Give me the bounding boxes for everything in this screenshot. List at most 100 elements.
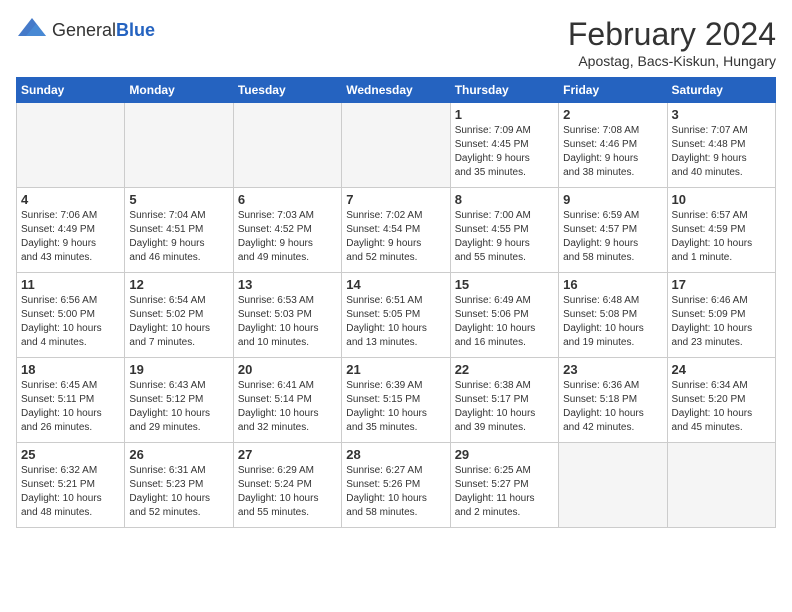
day-info: Sunrise: 6:56 AM Sunset: 5:00 PM Dayligh… <box>21 294 120 350</box>
day-number: 28 <box>346 447 445 462</box>
calendar-cell: 26 Sunrise: 6:31 AM Sunset: 5:23 PM Dayli… <box>125 443 233 528</box>
logo: GeneralBlue <box>16 16 155 44</box>
day-number: 23 <box>563 362 662 377</box>
day-number: 5 <box>129 192 228 207</box>
location-title: Apostag, Bacs-Kiskun, Hungary <box>568 53 776 69</box>
day-number: 18 <box>21 362 120 377</box>
calendar-cell: 20 Sunrise: 6:41 AM Sunset: 5:14 PM Dayli… <box>233 358 341 443</box>
day-number: 29 <box>455 447 554 462</box>
day-info: Sunrise: 6:25 AM Sunset: 5:27 PM Dayligh… <box>455 464 554 520</box>
day-number: 1 <box>455 107 554 122</box>
calendar-table: SundayMondayTuesdayWednesdayThursdayFrid… <box>16 77 776 528</box>
weekday-header: Thursday <box>450 78 558 103</box>
weekday-header: Saturday <box>667 78 775 103</box>
day-info: Sunrise: 6:46 AM Sunset: 5:09 PM Dayligh… <box>672 294 771 350</box>
day-info: Sunrise: 6:41 AM Sunset: 5:14 PM Dayligh… <box>238 379 337 435</box>
calendar-cell: 25 Sunrise: 6:32 AM Sunset: 5:21 PM Dayli… <box>17 443 125 528</box>
calendar-cell: 9Sunrise: 6:59 AM Sunset: 4:57 PM Daylig… <box>559 188 667 273</box>
day-number: 12 <box>129 277 228 292</box>
weekday-header: Sunday <box>17 78 125 103</box>
day-info: Sunrise: 7:00 AM Sunset: 4:55 PM Dayligh… <box>455 209 554 265</box>
day-number: 3 <box>672 107 771 122</box>
calendar-cell: 13Sunrise: 6:53 AM Sunset: 5:03 PM Dayli… <box>233 273 341 358</box>
day-info: Sunrise: 7:02 AM Sunset: 4:54 PM Dayligh… <box>346 209 445 265</box>
day-number: 15 <box>455 277 554 292</box>
calendar-cell: 29 Sunrise: 6:25 AM Sunset: 5:27 PM Dayli… <box>450 443 558 528</box>
day-number: 22 <box>455 362 554 377</box>
logo-general: General <box>52 20 116 40</box>
day-info: Sunrise: 6:45 AM Sunset: 5:11 PM Dayligh… <box>21 379 120 435</box>
calendar-cell: 11 Sunrise: 6:56 AM Sunset: 5:00 PM Dayli… <box>17 273 125 358</box>
calendar-cell <box>17 103 125 188</box>
day-info: Sunrise: 6:51 AM Sunset: 5:05 PM Dayligh… <box>346 294 445 350</box>
calendar-cell: 5 Sunrise: 7:04 AM Sunset: 4:51 PM Daylig… <box>125 188 233 273</box>
day-info: Sunrise: 6:27 AM Sunset: 5:26 PM Dayligh… <box>346 464 445 520</box>
weekday-header: Tuesday <box>233 78 341 103</box>
calendar-cell: 10 Sunrise: 6:57 AM Sunset: 4:59 PM Dayli… <box>667 188 775 273</box>
title-area: February 2024 Apostag, Bacs-Kiskun, Hung… <box>568 16 776 69</box>
calendar-row: 18 Sunrise: 6:45 AM Sunset: 5:11 PM Dayli… <box>17 358 776 443</box>
day-number: 8 <box>455 192 554 207</box>
weekday-header-row: SundayMondayTuesdayWednesdayThursdayFrid… <box>17 78 776 103</box>
day-number: 13 <box>238 277 337 292</box>
day-number: 10 <box>672 192 771 207</box>
calendar-row: 1Sunrise: 7:09 AM Sunset: 4:45 PM Daylig… <box>17 103 776 188</box>
day-info: Sunrise: 6:32 AM Sunset: 5:21 PM Dayligh… <box>21 464 120 520</box>
calendar-row: 25 Sunrise: 6:32 AM Sunset: 5:21 PM Dayli… <box>17 443 776 528</box>
day-number: 27 <box>238 447 337 462</box>
day-number: 14 <box>346 277 445 292</box>
day-number: 17 <box>672 277 771 292</box>
day-info: Sunrise: 6:59 AM Sunset: 4:57 PM Dayligh… <box>563 209 662 265</box>
day-info: Sunrise: 7:04 AM Sunset: 4:51 PM Dayligh… <box>129 209 228 265</box>
calendar-cell: 4Sunrise: 7:06 AM Sunset: 4:49 PM Daylig… <box>17 188 125 273</box>
weekday-header: Friday <box>559 78 667 103</box>
day-info: Sunrise: 7:03 AM Sunset: 4:52 PM Dayligh… <box>238 209 337 265</box>
calendar-cell: 23 Sunrise: 6:36 AM Sunset: 5:18 PM Dayli… <box>559 358 667 443</box>
day-info: Sunrise: 6:54 AM Sunset: 5:02 PM Dayligh… <box>129 294 228 350</box>
calendar-cell: 18 Sunrise: 6:45 AM Sunset: 5:11 PM Dayli… <box>17 358 125 443</box>
calendar-cell: 17 Sunrise: 6:46 AM Sunset: 5:09 PM Dayli… <box>667 273 775 358</box>
day-number: 24 <box>672 362 771 377</box>
calendar-cell <box>233 103 341 188</box>
day-number: 7 <box>346 192 445 207</box>
weekday-header: Wednesday <box>342 78 450 103</box>
calendar-cell: 19Sunrise: 6:43 AM Sunset: 5:12 PM Dayli… <box>125 358 233 443</box>
day-info: Sunrise: 7:06 AM Sunset: 4:49 PM Dayligh… <box>21 209 120 265</box>
day-number: 25 <box>21 447 120 462</box>
calendar-cell: 22Sunrise: 6:38 AM Sunset: 5:17 PM Dayli… <box>450 358 558 443</box>
day-number: 26 <box>129 447 228 462</box>
calendar-cell: 16 Sunrise: 6:48 AM Sunset: 5:08 PM Dayli… <box>559 273 667 358</box>
calendar-cell <box>667 443 775 528</box>
calendar-cell: 6 Sunrise: 7:03 AM Sunset: 4:52 PM Daylig… <box>233 188 341 273</box>
day-info: Sunrise: 6:29 AM Sunset: 5:24 PM Dayligh… <box>238 464 337 520</box>
day-number: 6 <box>238 192 337 207</box>
day-info: Sunrise: 6:36 AM Sunset: 5:18 PM Dayligh… <box>563 379 662 435</box>
day-number: 11 <box>21 277 120 292</box>
calendar-cell: 27 Sunrise: 6:29 AM Sunset: 5:24 PM Dayli… <box>233 443 341 528</box>
calendar-cell: 28 Sunrise: 6:27 AM Sunset: 5:26 PM Dayli… <box>342 443 450 528</box>
calendar-cell: 21Sunrise: 6:39 AM Sunset: 5:15 PM Dayli… <box>342 358 450 443</box>
day-info: Sunrise: 6:57 AM Sunset: 4:59 PM Dayligh… <box>672 209 771 265</box>
calendar-cell: 12 Sunrise: 6:54 AM Sunset: 5:02 PM Dayli… <box>125 273 233 358</box>
day-number: 20 <box>238 362 337 377</box>
calendar-row: 4Sunrise: 7:06 AM Sunset: 4:49 PM Daylig… <box>17 188 776 273</box>
calendar-cell: 8 Sunrise: 7:00 AM Sunset: 4:55 PM Daylig… <box>450 188 558 273</box>
calendar-cell: 7 Sunrise: 7:02 AM Sunset: 4:54 PM Daylig… <box>342 188 450 273</box>
day-number: 16 <box>563 277 662 292</box>
day-info: Sunrise: 6:48 AM Sunset: 5:08 PM Dayligh… <box>563 294 662 350</box>
calendar-cell <box>559 443 667 528</box>
calendar-cell <box>342 103 450 188</box>
day-info: Sunrise: 6:43 AM Sunset: 5:12 PM Dayligh… <box>129 379 228 435</box>
day-info: Sunrise: 7:08 AM Sunset: 4:46 PM Dayligh… <box>563 124 662 180</box>
day-info: Sunrise: 7:07 AM Sunset: 4:48 PM Dayligh… <box>672 124 771 180</box>
logo-icon <box>16 16 48 44</box>
calendar-cell: 1Sunrise: 7:09 AM Sunset: 4:45 PM Daylig… <box>450 103 558 188</box>
day-number: 2 <box>563 107 662 122</box>
calendar-cell: 14 Sunrise: 6:51 AM Sunset: 5:05 PM Dayli… <box>342 273 450 358</box>
calendar-cell: 3 Sunrise: 7:07 AM Sunset: 4:48 PM Daylig… <box>667 103 775 188</box>
month-title: February 2024 <box>568 16 776 53</box>
day-info: Sunrise: 6:39 AM Sunset: 5:15 PM Dayligh… <box>346 379 445 435</box>
day-info: Sunrise: 6:31 AM Sunset: 5:23 PM Dayligh… <box>129 464 228 520</box>
day-info: Sunrise: 6:49 AM Sunset: 5:06 PM Dayligh… <box>455 294 554 350</box>
calendar-cell: 24Sunrise: 6:34 AM Sunset: 5:20 PM Dayli… <box>667 358 775 443</box>
